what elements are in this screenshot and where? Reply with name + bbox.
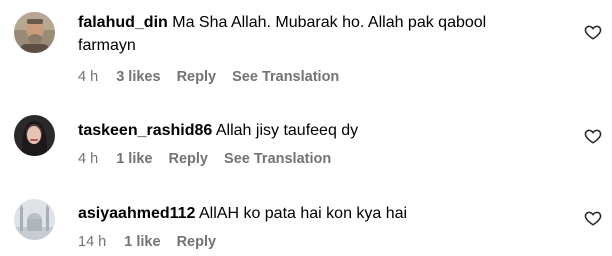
profile-photo-mosque-icon: [14, 199, 55, 240]
comment-text: taskeen_rashid86 Allah jisy taufeeq dy: [78, 120, 578, 141]
reply-button[interactable]: Reply: [177, 69, 217, 85]
comment-meta: 4 h 3 likes Reply See Translation: [78, 67, 351, 87]
comment-body: Ma Sha Allah. Mubarak ho. Allah pak qabo…: [172, 14, 487, 31]
reply-button[interactable]: Reply: [169, 151, 209, 167]
comment-text: falahud_din Ma Sha Allah. Mubarak ho. Al…: [78, 12, 578, 33]
comment-body: Allah jisy taufeeq dy: [215, 122, 359, 139]
see-translation-button[interactable]: See Translation: [224, 151, 331, 167]
timestamp[interactable]: 14 h: [78, 234, 106, 250]
profile-photo-woman-icon: [14, 115, 55, 156]
heart-outline-icon[interactable]: [584, 127, 602, 145]
timestamp[interactable]: 4 h: [78, 151, 98, 167]
username-link[interactable]: asiyaahmed112: [78, 205, 195, 222]
comment-text: asiyaahmed112 AllAH ko pata hai kon kya …: [78, 203, 578, 224]
reply-button[interactable]: Reply: [177, 234, 217, 250]
see-translation-button[interactable]: See Translation: [232, 69, 339, 85]
avatar[interactable]: [14, 199, 55, 240]
heart-outline-icon[interactable]: [584, 23, 602, 41]
username-link[interactable]: falahud_din: [78, 14, 168, 31]
comment-body-line2: farmayn: [78, 37, 136, 54]
comment-item: asiyaahmed112 AllAH ko pata hai kon kya …: [0, 180, 612, 256]
avatar[interactable]: [14, 12, 55, 53]
comment-meta: 14 h 1 like Reply: [78, 232, 228, 252]
likes-count-button[interactable]: 1 like: [116, 151, 152, 167]
comment-item: taskeen_rashid86 Allah jisy taufeeq dy 4…: [0, 96, 612, 180]
username-link[interactable]: taskeen_rashid86: [78, 122, 212, 139]
heart-outline-icon[interactable]: [584, 209, 602, 227]
likes-count-button[interactable]: 3 likes: [116, 69, 160, 85]
avatar[interactable]: [14, 115, 55, 156]
comment-item: falahud_din Ma Sha Allah. Mubarak ho. Al…: [0, 0, 612, 96]
comment-body: AllAH ko pata hai kon kya hai: [198, 205, 408, 222]
comment-meta: 4 h 1 like Reply See Translation: [78, 149, 343, 169]
likes-count-button[interactable]: 1 like: [124, 234, 160, 250]
timestamp[interactable]: 4 h: [78, 69, 98, 85]
profile-photo-man-icon: [14, 12, 55, 53]
comment-text-continuation: farmayn: [78, 35, 578, 56]
